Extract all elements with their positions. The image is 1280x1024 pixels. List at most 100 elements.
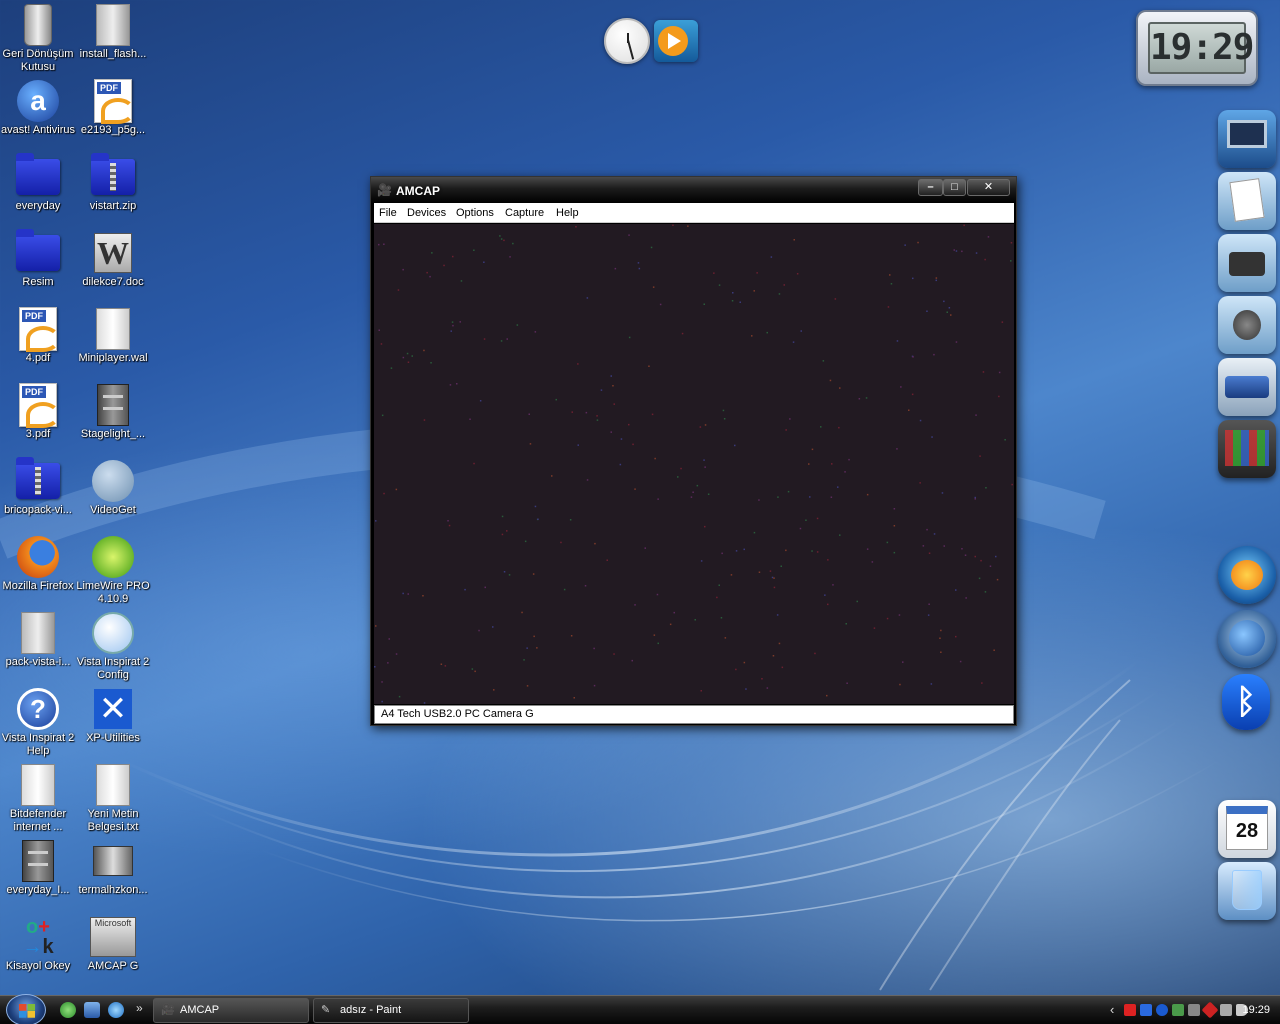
xp-utilities-icon: ✕ [90,686,136,732]
ati-tray-icon[interactable] [1124,1004,1136,1016]
firefox-icon [15,534,61,580]
desktop-icon[interactable]: vistart.zip [75,152,151,228]
dock-item-display[interactable] [1218,110,1276,168]
desktop-icon[interactable]: bricopack-vi... [0,456,76,532]
desktop-icon-label: 3.pdf [25,428,51,440]
desktop-icon[interactable]: o+ →k Kisayol Okey [0,912,76,988]
dock-item-browser[interactable] [1218,546,1276,604]
file-icon [90,306,136,352]
quicklaunch-window-switch-icon[interactable] [84,1002,100,1018]
desktop-icon[interactable]: LimeWire PRO 4.10.9 [75,532,151,608]
zip-folder-icon [90,153,136,200]
quicklaunch-ie-icon[interactable] [108,1002,124,1018]
image-file-icon [90,838,136,884]
desktop-icon[interactable]: pack-vista-i... [0,608,76,684]
digital-clock-widget[interactable]: 19:29 [1136,10,1258,86]
desktop-icon-label: Vista Inspirat 2 Config [76,656,150,681]
glass-bin-icon [1232,870,1262,910]
window-titlebar[interactable]: 🎥 AMCAP – □ ✕ [371,177,1016,203]
desktop-icon[interactable]: termalhzkon... [75,836,151,912]
desktop-icon[interactable]: PDF 4.pdf [0,304,76,380]
close-button[interactable]: ✕ [967,179,1010,196]
text-file-icon [90,762,136,808]
desktop-icon[interactable]: Bitdefender internet ... [0,760,76,836]
desktop-icon[interactable]: ? Vista Inspirat 2 Help [0,684,76,760]
amcap-icon: Microsoft [90,914,136,960]
status-bar: A4 Tech USB2.0 PC Camera G [374,705,1014,724]
taskbar-clock[interactable]: 19:29 [1242,1004,1270,1016]
camera-noise [374,224,1013,704]
documents-icon [1229,178,1265,222]
desktop-icon[interactable]: everyday_I... [0,836,76,912]
quicklaunch-more[interactable]: » [136,1001,143,1015]
paint-icon: ✎ [321,1004,331,1016]
desktop-icon[interactable]: VideoGet [75,456,151,532]
hard-drive-icon [1225,376,1269,398]
installer-icon [90,2,136,48]
globe-icon [1229,620,1265,656]
desktop-icon[interactable]: PDF e2193_p5g... [75,76,151,152]
tray-expand-icon[interactable]: ‹ [1110,1002,1114,1017]
desktop-icon-label: Yeni Metin Belgesi.txt [87,808,139,833]
desktop-icon-label: AMCAP G [87,960,139,972]
menu-devices[interactable]: Devices [407,207,446,219]
analog-clock-gadget[interactable] [604,18,650,64]
amcap-window[interactable]: 🎥 AMCAP – □ ✕ File Devices Options Captu… [370,176,1017,726]
media-player-gadget[interactable] [654,20,698,62]
desktop-icon-label: termalhzkon... [78,884,148,896]
pdf-icon: PDF [90,78,136,124]
minimize-button[interactable]: – [918,179,943,196]
desktop-icon[interactable]: ✕ XP-Utilities [75,684,151,760]
desktop-icon[interactable]: Wdilekce7.doc [75,228,151,304]
desktop-icon[interactable]: everyday [0,152,76,228]
desktop-icon-label: LimeWire PRO 4.10.9 [76,580,150,605]
cabinet-icon [90,382,136,428]
maximize-button[interactable]: □ [943,179,966,196]
dock-item-calendar[interactable]: 28 [1218,800,1276,858]
browser-icon [1231,560,1263,590]
control-panel-icon [1225,430,1269,466]
menu-capture[interactable]: Capture [505,207,544,219]
menu-file[interactable]: File [379,207,397,219]
updates-tray-icon[interactable] [1188,1004,1200,1016]
media-tray-icon[interactable] [1140,1004,1152,1016]
network-tray-icon[interactable] [1172,1004,1184,1016]
digital-clock-time: 19:29 [1148,22,1254,74]
desktop-icon-label: install_flash... [79,48,147,60]
desktop-icon[interactable]: Vista Inspirat 2 Config [75,608,151,684]
desktop-icon[interactable]: Miniplayer.wal [75,304,151,380]
avast-icon: a [15,78,61,124]
desktop-icon[interactable]: Stagelight_... [75,380,151,456]
menu-options[interactable]: Options [456,207,494,219]
limewire-icon [90,534,136,580]
dock-item-bluetooth[interactable]: ᛒ [1222,674,1270,730]
dock-item-control-panel[interactable] [1218,420,1276,478]
desktop-icon[interactable]: Yeni Metin Belgesi.txt [75,760,151,836]
desktop-icon[interactable]: PDF 3.pdf [0,380,76,456]
task-paint[interactable]: ✎ adsız - Paint [313,998,469,1023]
antivirus-tray-icon[interactable] [1201,1001,1219,1019]
windows-logo-icon [19,1004,35,1018]
quicklaunch-show-desktop-icon[interactable] [60,1002,76,1018]
dock-item-drive[interactable] [1218,358,1276,416]
desktop-icon[interactable]: Geri Dönüşüm Kutusu [0,0,76,76]
dock-item-pictures[interactable] [1218,234,1276,292]
bluetooth-icon: ᛒ [1235,683,1257,721]
desktop-icon[interactable]: a avast! Antivirus [0,76,76,152]
task-amcap[interactable]: 🎥 AMCAP [153,998,309,1023]
usb-tray-icon[interactable] [1220,1004,1232,1016]
desktop-icon[interactable]: install_flash... [75,0,151,76]
dock-item-network[interactable] [1218,610,1276,668]
bluetooth-tray-icon[interactable] [1156,1004,1168,1016]
desktop-icon[interactable]: Mozilla Firefox [0,532,76,608]
installer-icon [15,610,61,656]
start-button[interactable] [6,994,46,1024]
task-paint-label: adsız - Paint [340,1004,402,1016]
desktop-icon[interactable]: Microsoft AMCAP G [75,912,151,988]
menu-help[interactable]: Help [556,207,579,219]
dock-item-documents[interactable] [1218,172,1276,230]
dock-item-recycle-bin[interactable] [1218,862,1276,920]
dock-item-music[interactable] [1218,296,1276,354]
desktop-icon-label: bricopack-vi... [4,504,72,516]
desktop-icon[interactable]: Resim [0,228,76,304]
